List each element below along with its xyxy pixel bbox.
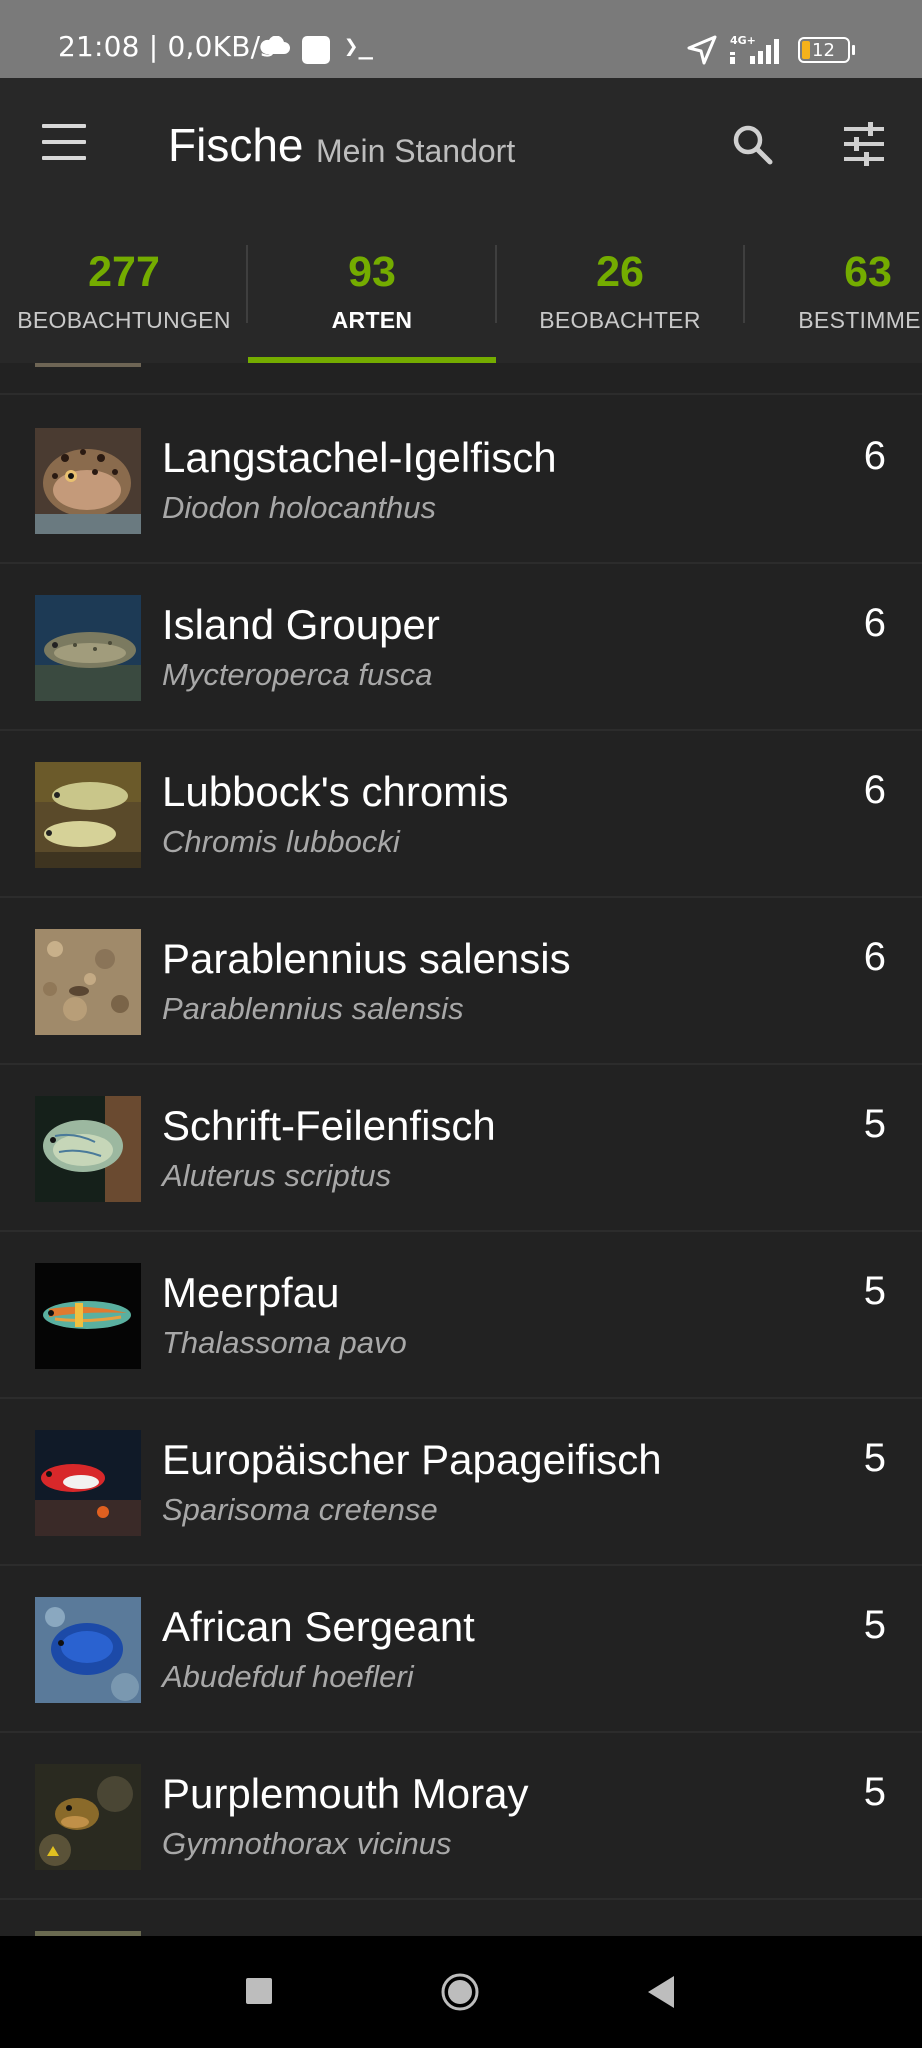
species-photo [35, 428, 141, 534]
species-photo [35, 929, 141, 1035]
species-common-name: Island Grouper [162, 601, 440, 648]
list-item[interactable]: Lubbock's chromis Chromis lubbocki 6 [0, 731, 922, 898]
battery-level: 12 [812, 40, 835, 61]
home-icon[interactable] [440, 1972, 480, 2012]
tab-label: BESTIMMER [798, 307, 922, 333]
app-bar: Fische Mein Standort [0, 78, 922, 223]
battery-nub [852, 45, 855, 55]
species-scientific-name: Thalassoma pavo [162, 1325, 407, 1360]
species-photo [35, 1096, 141, 1202]
status-time-speed: 21:08 | 0,0KB/s [58, 30, 276, 63]
species-count: 5 [863, 1269, 886, 1313]
species-count: 5 [863, 1770, 886, 1814]
tab-observations[interactable]: 277 BEOBACHTUNGEN [0, 223, 248, 363]
species-scientific-name: Diodon holocanthus [162, 490, 437, 525]
stats-tabs: 277 BEOBACHTUNGEN 93 ARTEN 26 BEOBACHTER… [0, 223, 922, 363]
species-common-name: Europäischer Papageifisch [162, 1436, 662, 1483]
location-subtitle[interactable]: Mein Standort [316, 133, 515, 170]
species-photo [35, 1263, 141, 1369]
list-item[interactable]: Purplemouth Moray Gymnothorax vicinus 5 [0, 1733, 922, 1900]
tab-label: BEOBACHTER [539, 307, 701, 333]
battery-icon: 12 [798, 37, 850, 63]
terminal-icon: ❯_ [344, 32, 373, 60]
menu-icon[interactable] [42, 124, 88, 160]
species-photo [35, 1764, 141, 1870]
species-photo [35, 1430, 141, 1536]
species-list[interactable]: Langstachel-Igelfisch Diodon holocanthus… [0, 363, 922, 1936]
species-scientific-name: Parablennius salensis [162, 991, 464, 1026]
location-arrow-icon [687, 35, 717, 65]
species-common-name: Langstachel-Igelfisch [162, 434, 557, 481]
signal-icon [730, 39, 779, 64]
tab-identifiers[interactable]: 63 BESTIMMER [744, 223, 922, 363]
tab-observers[interactable]: 26 BEOBACHTER [496, 223, 744, 363]
search-icon[interactable] [728, 120, 776, 168]
species-photo [35, 595, 141, 701]
species-scientific-name: Abudefduf hoefleri [162, 1659, 414, 1694]
list-item[interactable]: Meerpfau Thalassoma pavo 5 [0, 1232, 922, 1399]
tab-count: 63 [844, 248, 892, 296]
species-photo [35, 1597, 141, 1703]
species-common-name: African Sergeant [162, 1603, 475, 1650]
species-count: 6 [863, 935, 886, 979]
species-scientific-name: Gymnothorax vicinus [162, 1826, 452, 1861]
species-common-name: Parablennius salensis [162, 935, 571, 982]
species-common-name: Lubbock's chromis [162, 768, 509, 815]
list-item[interactable]: Island Grouper Mycteroperca fusca 6 [0, 564, 922, 731]
species-count: 5 [863, 1436, 886, 1480]
species-common-name: Schrift-Feilenfisch [162, 1102, 496, 1149]
list-item[interactable]: Europäischer Papageifisch Sparisoma cret… [0, 1399, 922, 1566]
filter-sliders-icon[interactable] [840, 120, 888, 168]
species-scientific-name: Aluterus scriptus [162, 1158, 392, 1193]
tab-label: BEOBACHTUNGEN [17, 307, 231, 333]
status-bar: 21:08 | 0,0KB/s ❯_ 4G+ 12 [0, 0, 922, 78]
page-title: Fische [168, 119, 304, 171]
species-scientific-name: Chromis lubbocki [162, 824, 400, 859]
list-item-partial[interactable] [0, 1900, 922, 1936]
species-count: 5 [863, 1102, 886, 1146]
species-count: 6 [863, 601, 886, 645]
list-item[interactable]: Langstachel-Igelfisch Diodon holocanthus… [0, 397, 922, 564]
tab-count: 277 [88, 248, 160, 296]
species-photo [35, 762, 141, 868]
recent-apps-icon[interactable] [246, 1978, 272, 2004]
tab-label: ARTEN [331, 307, 413, 333]
list-item[interactable]: Parablennius salensis Parablennius salen… [0, 898, 922, 1065]
list-item[interactable]: Schrift-Feilenfisch Aluterus scriptus 5 [0, 1065, 922, 1232]
back-icon[interactable] [644, 1972, 678, 2012]
system-nav-bar [0, 1936, 922, 2048]
list-item-partial[interactable] [0, 363, 922, 395]
tab-count: 93 [348, 248, 396, 296]
cloud-icon [260, 36, 290, 54]
species-common-name: Meerpfau [162, 1269, 340, 1316]
species-count: 6 [863, 768, 886, 812]
species-common-name: Purplemouth Moray [162, 1770, 529, 1817]
species-count: 5 [863, 1603, 886, 1647]
species-count: 6 [863, 434, 886, 478]
species-scientific-name: Sparisoma cretense [162, 1492, 438, 1527]
notification-square-icon [302, 36, 330, 64]
list-item[interactable]: African Sergeant Abudefduf hoefleri 5 [0, 1566, 922, 1733]
tab-species[interactable]: 93 ARTEN [248, 223, 496, 363]
species-scientific-name: Mycteroperca fusca [162, 657, 433, 692]
tab-count: 26 [596, 248, 644, 296]
